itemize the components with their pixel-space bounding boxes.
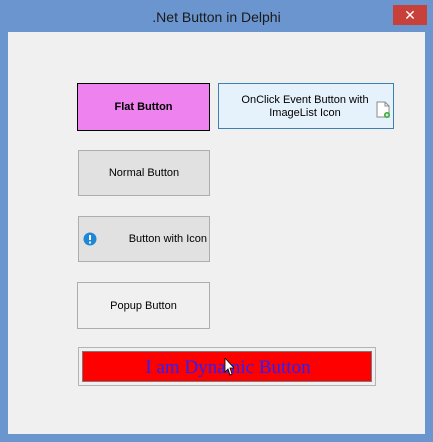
button-with-icon[interactable]: Button with Icon	[78, 216, 210, 262]
dynamic-button-face: I am Dynamic Button	[82, 351, 372, 382]
button-with-icon-label: Button with Icon	[128, 233, 207, 245]
mouse-cursor-icon	[224, 358, 234, 376]
flat-button[interactable]: Flat Button	[77, 83, 210, 131]
dynamic-button[interactable]: I am Dynamic Button	[78, 347, 376, 386]
document-add-icon	[376, 101, 390, 118]
window-title: .Net Button in Delphi	[152, 9, 281, 25]
onclick-event-button-label: OnClick Event Button with ImageList Icon	[241, 94, 369, 119]
form-client-area: Flat Button OnClick Event Button with Im…	[8, 32, 425, 434]
normal-button[interactable]: Normal Button	[78, 150, 210, 196]
onclick-event-button[interactable]: OnClick Event Button with ImageList Icon	[218, 83, 394, 129]
title-bar[interactable]: .Net Button in Delphi ✕	[0, 0, 433, 32]
application-window: .Net Button in Delphi ✕ Flat Button OnCl…	[0, 0, 433, 442]
close-button[interactable]: ✕	[393, 5, 427, 25]
popup-button[interactable]: Popup Button	[77, 282, 210, 329]
